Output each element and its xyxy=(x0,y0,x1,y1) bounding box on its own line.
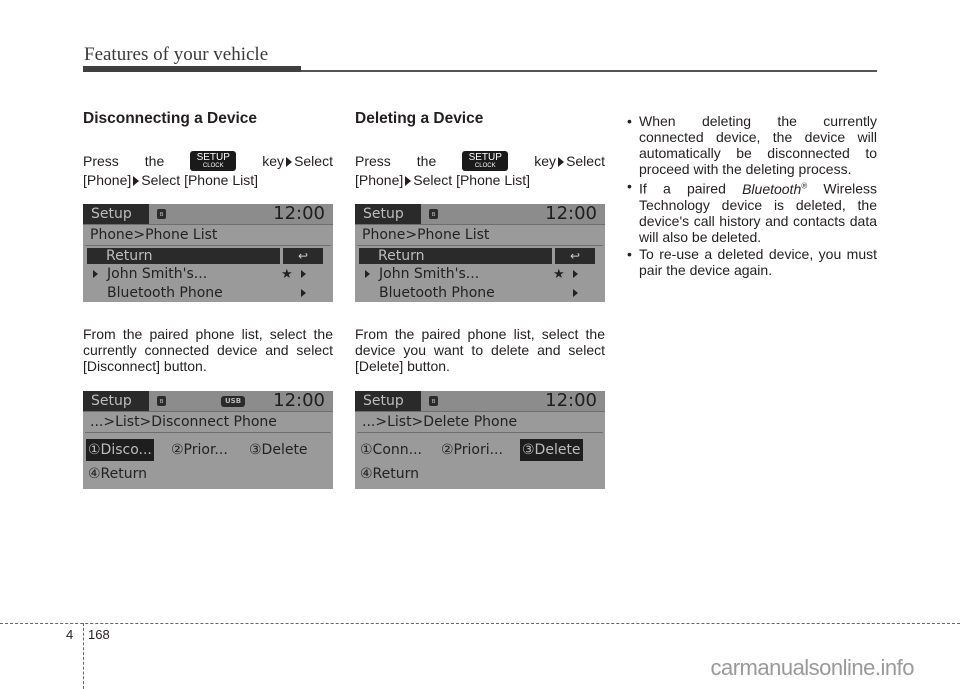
header-bar xyxy=(83,66,301,72)
page-number: 168 xyxy=(88,627,110,642)
key-sublabel: CLOCK xyxy=(474,163,496,169)
clock: 12:00 xyxy=(545,204,597,224)
breadcrumb: ...>List>Delete Phone xyxy=(357,412,603,433)
phone-list-screen: Setup ʙ 12:00 Phone>Phone List Return ↩ … xyxy=(83,204,333,302)
key-sublabel: CLOCK xyxy=(202,163,224,169)
return-icon[interactable]: ↩ xyxy=(555,248,595,264)
arrow-right-icon xyxy=(573,289,578,297)
watermark: carmanualsonline.info xyxy=(710,655,914,680)
option-return[interactable]: ④Return xyxy=(358,463,421,485)
option-disconnect[interactable]: ①Disco... xyxy=(86,439,154,461)
bluetooth-icon: ʙ xyxy=(157,396,166,406)
option-priority[interactable]: ②Priori... xyxy=(439,439,505,461)
list-item[interactable]: John Smith's... ★ xyxy=(83,265,333,284)
usb-icon: USB xyxy=(221,396,245,407)
text: the xyxy=(144,153,165,169)
arrow-right-icon xyxy=(93,270,98,278)
key-label: SETUP xyxy=(196,152,230,163)
disconnect-phone-screen: Setup ʙ USB 12:00 ...>List>Disconnect Ph… xyxy=(83,391,333,489)
text: key xyxy=(534,153,557,169)
option-delete[interactable]: ③Delete xyxy=(520,439,583,461)
section-heading: Disconnecting a Device xyxy=(83,110,258,127)
breadcrumb: ...>List>Disconnect Phone xyxy=(85,412,331,433)
note-item: When deleting the currently connected de… xyxy=(627,113,877,177)
option-return[interactable]: ④Return xyxy=(86,463,149,485)
bluetooth-icon: ʙ xyxy=(157,209,166,219)
note-item: To re-use a deleted device, you must pai… xyxy=(627,246,877,278)
header-rule xyxy=(301,70,877,72)
caption: From the paired phone list, select the c… xyxy=(83,326,333,374)
return-icon[interactable]: ↩ xyxy=(283,248,323,264)
text: Select [Phone List] xyxy=(141,172,259,188)
registered-mark: ® xyxy=(801,181,808,190)
section-heading: Deleting a Device xyxy=(355,110,484,127)
device-name: John Smith's... xyxy=(379,266,480,282)
option-priority[interactable]: ②Prior... xyxy=(169,439,230,461)
phone-list-screen: Setup ʙ 12:00 Phone>Phone List Return ↩ … xyxy=(355,204,605,302)
arrow-right-icon xyxy=(558,157,565,168)
list-item[interactable]: Bluetooth Phone xyxy=(355,284,605,302)
header-title: Features of your vehicle xyxy=(84,44,269,65)
chapter-number: 4 xyxy=(66,627,74,642)
text: Press xyxy=(83,153,119,169)
setup-clock-key-icon: SETUP CLOCK xyxy=(190,151,237,171)
arrow-right-icon xyxy=(573,270,578,278)
device-name: Bluetooth Phone xyxy=(107,285,223,301)
text: Press xyxy=(355,153,391,169)
return-item[interactable]: Return xyxy=(87,248,280,264)
text: [Phone] xyxy=(83,172,132,188)
key-label: SETUP xyxy=(468,152,502,163)
breadcrumb: Phone>Phone List xyxy=(357,225,603,246)
notes-list: When deleting the currently connected de… xyxy=(627,113,877,279)
option-connect[interactable]: ①Conn... xyxy=(358,439,424,461)
setup-tab: Setup xyxy=(83,391,149,411)
disconnect-section: Disconnecting a Device Press the SETUP C… xyxy=(83,110,333,188)
caption: From the paired phone list, select the d… xyxy=(355,326,605,374)
text: Select xyxy=(294,153,333,169)
arrow-right-icon xyxy=(405,176,412,187)
list-item[interactable]: John Smith's... ★ xyxy=(355,265,605,284)
setup-tab: Setup xyxy=(355,204,421,224)
clock: 12:00 xyxy=(273,391,325,411)
arrow-right-icon xyxy=(286,157,293,168)
arrow-right-icon xyxy=(133,176,140,187)
clock: 12:00 xyxy=(273,204,325,224)
setup-tab: Setup xyxy=(83,204,149,224)
delete-section: Deleting a Device Press the SETUP CLOCK … xyxy=(355,110,605,188)
text: Select xyxy=(566,153,605,169)
clock: 12:00 xyxy=(545,391,597,411)
list-item[interactable]: Bluetooth Phone xyxy=(83,284,333,302)
return-item[interactable]: Return xyxy=(359,248,552,264)
text: [Phone] xyxy=(355,172,404,188)
brand-text: Bluetooth xyxy=(742,180,802,197)
text: key xyxy=(262,153,285,169)
arrow-right-icon xyxy=(365,270,370,278)
arrow-right-icon xyxy=(301,289,306,297)
text: If a paired xyxy=(639,180,726,197)
device-name: Bluetooth Phone xyxy=(379,285,495,301)
star-icon: ★ xyxy=(281,267,293,282)
star-icon: ★ xyxy=(553,267,565,282)
footer-divider xyxy=(83,623,84,689)
breadcrumb: Phone>Phone List xyxy=(85,225,331,246)
instructions: Press the SETUP CLOCK key Select [Phone] S… xyxy=(355,150,605,188)
instructions: Press the SETUP CLOCK key Select [Phone] S… xyxy=(83,150,333,188)
arrow-right-icon xyxy=(301,270,306,278)
option-delete[interactable]: ③Delete xyxy=(247,439,310,461)
note-item: If a paired Bluetooth® Wireless Technolo… xyxy=(627,178,877,245)
bluetooth-icon: ʙ xyxy=(429,396,438,406)
setup-clock-key-icon: SETUP CLOCK xyxy=(462,151,509,171)
setup-tab: Setup xyxy=(355,391,421,411)
delete-phone-screen: Setup ʙ 12:00 ...>List>Delete Phone ①Con… xyxy=(355,391,605,489)
bluetooth-icon: ʙ xyxy=(429,209,438,219)
footer-rule xyxy=(0,623,960,624)
text: the xyxy=(416,153,437,169)
device-name: John Smith's... xyxy=(107,266,208,282)
text: Select [Phone List] xyxy=(413,172,531,188)
